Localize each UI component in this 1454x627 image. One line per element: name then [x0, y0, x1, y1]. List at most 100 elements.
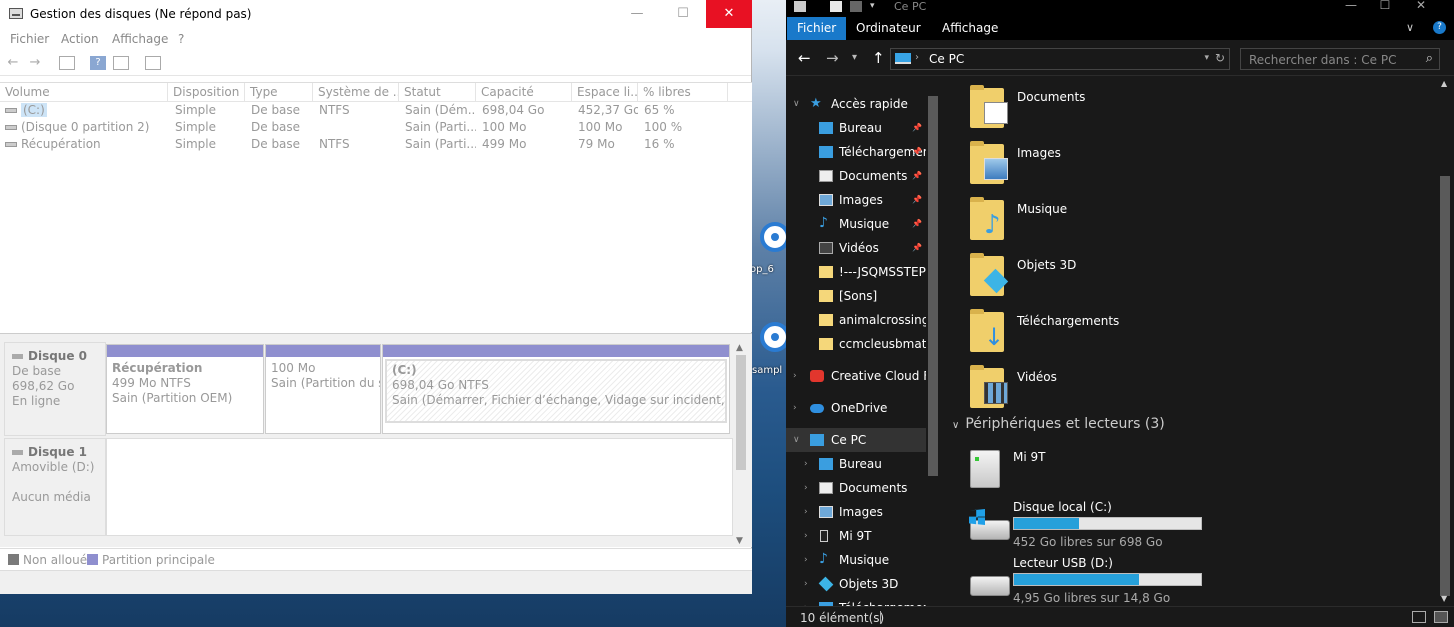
table-row[interactable]: Récupération Simple De base NTFS Sain (P… — [0, 136, 752, 153]
nav-item-musique[interactable]: ♪ Musique 📌 — [786, 212, 926, 236]
back-arrow-icon[interactable]: ← — [798, 49, 811, 67]
scroll-up-icon[interactable]: ▲ — [1441, 79, 1447, 88]
chevron-right-icon[interactable]: › — [915, 52, 919, 63]
address-bar[interactable]: › Ce PC ▾ ↻ — [890, 48, 1230, 70]
close-button[interactable]: ✕ — [706, 0, 752, 28]
scroll-thumb[interactable] — [736, 355, 746, 470]
chevron-right-icon[interactable]: › — [804, 500, 808, 524]
details-view-icon[interactable] — [1412, 611, 1426, 623]
help-icon[interactable]: ? — [90, 56, 106, 70]
table-row[interactable]: (C:) Simple De base NTFS Sain (Dém... 69… — [0, 102, 752, 119]
nav-scrollbar[interactable] — [926, 92, 940, 606]
column-header-disposition[interactable]: Disposition — [168, 83, 245, 102]
nav-item-jsqmsstep[interactable]: !---JSQMSSTEP- — [786, 260, 926, 284]
folder-documents[interactable]: Documents — [966, 84, 1186, 136]
scroll-down-icon[interactable]: ▼ — [736, 536, 743, 546]
up-arrow-icon[interactable]: ↑ — [872, 49, 885, 67]
scroll-thumb[interactable] — [1440, 176, 1450, 596]
chevron-right-icon[interactable]: › — [793, 396, 797, 420]
search-input[interactable]: Rechercher dans : Ce PC ⌕ — [1240, 48, 1440, 70]
nav-item-mi-9t[interactable]: › Mi 9T — [786, 524, 926, 548]
nav-item-animalcrossing[interactable]: animalcrossing — [786, 308, 926, 332]
chevron-down-icon[interactable]: ∨ — [793, 92, 800, 116]
nav-item-images[interactable]: › Images — [786, 500, 926, 524]
chevron-right-icon[interactable]: › — [804, 596, 808, 606]
menu-help[interactable]: ? — [178, 32, 184, 46]
scroll-up-icon[interactable]: ▲ — [736, 343, 743, 353]
chevron-right-icon[interactable]: › — [804, 476, 808, 500]
help-icon[interactable]: ? — [1433, 21, 1446, 34]
refresh-icon[interactable]: ↻ — [1215, 51, 1225, 65]
menu-action[interactable]: Action — [61, 32, 99, 46]
chevron-down-icon[interactable]: ▾ — [1204, 53, 1209, 63]
tab-affichage[interactable]: Affichage — [932, 17, 1008, 40]
console-icon[interactable] — [145, 56, 161, 70]
nav-item-bureau[interactable]: Bureau 📌 — [786, 116, 926, 140]
maximize-button[interactable]: ☐ — [660, 0, 706, 28]
menu-affichage[interactable]: Affichage — [112, 32, 168, 46]
folder-vidéos[interactable]: Vidéos — [966, 364, 1186, 416]
maximize-button[interactable]: ☐ — [1370, 0, 1400, 12]
nav-item-accès-rapide[interactable]: ∨ ★ Accès rapide — [786, 92, 926, 116]
partition-c-drive[interactable]: (C:) 698,04 Go NTFS Sain (Démarrer, Fich… — [382, 344, 730, 434]
minimize-button[interactable]: — — [1336, 0, 1366, 12]
folder-images[interactable]: Images — [966, 140, 1186, 192]
chevron-right-icon[interactable]: › — [793, 364, 797, 388]
nav-item-ccmcleusbmath[interactable]: ccmcleusbmath — [786, 332, 926, 356]
column-header-free-space[interactable]: Espace li... — [572, 83, 638, 102]
forward-arrow-icon[interactable]: → — [826, 49, 839, 67]
nav-item-musique[interactable]: › ♪ Musique — [786, 548, 926, 572]
column-header-capacity[interactable]: Capacité — [476, 83, 572, 102]
menu-fichier[interactable]: Fichier — [10, 32, 49, 46]
partition-system[interactable]: 100 Mo Sain (Partition du sy — [265, 344, 381, 434]
chevron-right-icon[interactable]: › — [804, 548, 808, 572]
nav-item-documents[interactable]: Documents 📌 — [786, 164, 926, 188]
list-view-icon[interactable] — [59, 56, 75, 70]
devices-section-header[interactable]: ∨ Périphériques et lecteurs (3) — [952, 416, 1165, 432]
folder-objets-3d[interactable]: Objets 3D — [966, 252, 1186, 304]
properties-icon[interactable] — [830, 1, 842, 12]
expand-ribbon-icon[interactable]: ∨ — [1406, 21, 1414, 34]
chevron-right-icon[interactable]: › — [804, 452, 808, 476]
disk-1-label[interactable]: Disque 1 Amovible (D:) Aucun média — [4, 438, 106, 536]
table-row[interactable]: (Disque 0 partition 2) Simple De base Sa… — [0, 119, 752, 136]
properties-icon[interactable] — [113, 56, 129, 70]
device-local-disk-c[interactable]: Disque local (C:) 452 Go libres sur 698 … — [966, 500, 1206, 552]
column-header-type[interactable]: Type — [245, 83, 313, 102]
nav-item-téléchargements[interactable]: Téléchargements📌 — [786, 140, 926, 164]
partition-recovery[interactable]: Récupération 499 Mo NTFS Sain (Partition… — [106, 344, 264, 434]
chevron-right-icon[interactable]: › — [804, 524, 808, 548]
title-bar[interactable]: ▾ Ce PC — ☐ ✕ — [786, 0, 1454, 17]
column-header-filesystem[interactable]: Système de ... — [313, 83, 399, 102]
chevron-right-icon[interactable]: › — [804, 572, 808, 596]
disk-0-label[interactable]: Disque 0 De base 698,62 Go En ligne — [4, 342, 106, 436]
chevron-down-icon[interactable]: ∨ — [952, 420, 959, 431]
scroll-thumb[interactable] — [928, 96, 938, 476]
close-button[interactable]: ✕ — [1406, 0, 1436, 12]
back-arrow-icon[interactable]: ← — [5, 56, 21, 70]
nav-item-images[interactable]: Images 📌 — [786, 188, 926, 212]
nav-item-onedrive[interactable]: › OneDrive — [786, 396, 926, 420]
device-usb-d[interactable]: Lecteur USB (D:) 4,95 Go libres sur 14,8… — [966, 556, 1206, 606]
large-icons-view-icon[interactable] — [1434, 611, 1448, 623]
folder-musique[interactable]: ♪ Musique — [966, 196, 1186, 248]
forward-arrow-icon[interactable]: → — [27, 56, 43, 70]
nav-item-téléchargements[interactable]: › Téléchargements — [786, 596, 926, 606]
folder-téléchargements[interactable]: ↓ Téléchargements — [966, 308, 1186, 360]
nav-item-creative-cloud-fil[interactable]: › Creative Cloud Fil — [786, 364, 926, 388]
nav-item-bureau[interactable]: › Bureau — [786, 452, 926, 476]
nav-item-vidéos[interactable]: Vidéos 📌 — [786, 236, 926, 260]
chevron-down-icon[interactable]: ∨ — [793, 428, 800, 452]
vertical-scrollbar[interactable]: ▲ ▼ — [734, 343, 748, 546]
column-header-percent-free[interactable]: % libres — [638, 83, 728, 102]
content-scrollbar[interactable]: ▲ ▼ — [1436, 76, 1454, 606]
quick-access-dropdown-icon[interactable]: ▾ — [870, 1, 882, 12]
tab-ordinateur[interactable]: Ordinateur — [846, 17, 931, 40]
new-folder-icon[interactable] — [850, 1, 862, 12]
nav-item-documents[interactable]: › Documents — [786, 476, 926, 500]
title-bar[interactable]: Gestion des disques (Ne répond pas) — ☐ … — [0, 0, 752, 28]
nav-item-ce-pc[interactable]: ∨ Ce PC — [786, 428, 926, 452]
device-mi-9t[interactable]: Mi 9T — [966, 446, 1206, 494]
tab-fichier[interactable]: Fichier — [787, 17, 847, 40]
nav-item-sons[interactable]: [Sons] — [786, 284, 926, 308]
